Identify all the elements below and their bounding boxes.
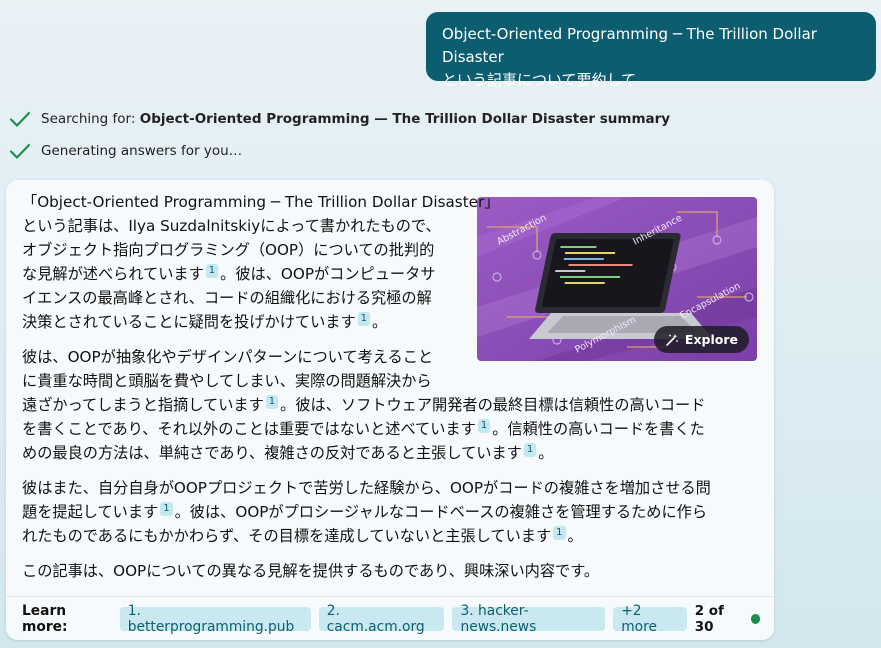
citation-badge[interactable]: 1 xyxy=(553,526,566,540)
check-icon xyxy=(9,111,31,127)
answer-line: 題を提起しています 1 。彼は、OOPがプロシージャルなコードベースの複雑さを管理す… xyxy=(22,500,752,524)
learn-more-label: Learn more: xyxy=(22,603,68,635)
answer-line: な見解が述べられています 1 。彼は、OOPがコンピュータサ xyxy=(22,262,752,286)
citation-badge[interactable]: 1 xyxy=(357,312,371,326)
answer-paragraph-2: 彼は、OOPが抽象化やデザインパターンについて考えること に貴重な時間と頭脳を費… xyxy=(22,345,752,465)
source-link-2[interactable]: 2. cacm.acm.org xyxy=(318,603,445,635)
searching-query: Object-Oriented Programming — The Trilli… xyxy=(139,111,671,127)
answer-line: を書くことであり、それ以外のことは重要ではないと述べています 1 。信頼性の高いコー… xyxy=(22,417,752,441)
status-dot-icon xyxy=(750,614,761,624)
answer-line-text: を書くことであり、それ以外のことは重要ではないと述べています xyxy=(22,420,476,438)
answer-line: 彼は、OOPが抽象化やデザインパターンについて考えること xyxy=(22,348,434,366)
answer-line-text: 。 xyxy=(567,527,583,545)
answer-line: オブジェクト指向プログラミング（OOP）についての批判的 xyxy=(22,241,435,259)
answer-line-text: れたものであるにもかかわらず、その目標を達成していないと主張しています xyxy=(22,527,552,545)
answer-paragraph-4: この記事は、OOPについての異なる見解を提供するものであり、興味深い内容です。 xyxy=(22,559,752,583)
answer-line: イエンスの最高峰とされ、コードの組織化における究極の解 xyxy=(22,289,432,307)
searching-status: Searching for: Object-Oriented Programmi… xyxy=(8,107,670,131)
user-message-line-2: という記事について要約して xyxy=(442,71,637,89)
answer-paragraph-1: 「Object-Oriented Programming ─ The Trill… xyxy=(22,190,752,334)
generating-status: Generating answers for you… xyxy=(8,139,242,163)
generating-label: Generating answers for you… xyxy=(41,143,243,159)
answer-line: 決策とされていることに疑問を投げかけています 1。 xyxy=(22,310,752,334)
citation-badge[interactable]: 1 xyxy=(523,443,537,457)
answer-line-text: な見解が述べられています xyxy=(22,265,204,283)
source-link-1[interactable]: 1. betterprogramming.pub xyxy=(119,603,311,635)
answer-line: に貴重な時間と頭脳を費やしてしまい、実際の問題解決から xyxy=(22,372,432,390)
answer-line-text: 決策とされていることに疑問を投げかけています xyxy=(22,313,356,331)
answer-line: れたものであるにもかかわらず、その目標を達成していないと主張しています 1。 xyxy=(22,524,752,548)
searching-label: Searching for: xyxy=(41,111,140,127)
answer-line-text: 。 xyxy=(372,313,388,331)
answer-text: 「Object-Oriented Programming ─ The Trill… xyxy=(22,190,752,592)
answer-line-text: 。彼は、ソフトウェア開発者の最終目標は信頼性の高いコード xyxy=(280,396,706,414)
more-sources-button[interactable]: +2 more xyxy=(613,603,687,635)
answer-line: 彼はまた、自分自身がOOPプロジェクトで苦労した経験から、OOPがコードの複雑さ… xyxy=(22,479,711,497)
learn-more-bar: Learn more: 1. betterprogramming.pub 2. … xyxy=(22,603,761,635)
user-message-line-1: Object-Oriented Programming ─ The Trilli… xyxy=(442,25,817,66)
answer-line: 「Object-Oriented Programming ─ The Trill… xyxy=(22,193,500,211)
check-icon xyxy=(9,143,31,159)
citation-badge[interactable]: 1 xyxy=(205,264,219,278)
answer-line-text: 。彼は、OOPがコンピュータサ xyxy=(220,265,436,283)
answer-line-text: 。信頼性の高いコードを書くた xyxy=(492,420,705,438)
answer-line-text: 。 xyxy=(538,444,554,462)
answer-line: 遠ざかってしまうと指摘しています 1 。彼は、ソフトウェア開発者の最終目標は信頼性の… xyxy=(22,393,752,417)
answer-line: この記事は、OOPについての異なる見解を提供するものであり、興味深い内容です。 xyxy=(22,562,600,580)
response-count-text: 2 of 30 xyxy=(694,603,724,635)
answer-line-text: めの最良の方法は、単純さであり、複雑さの反対であると主張しています xyxy=(22,444,522,462)
source-link-3[interactable]: 3. hacker-news.news xyxy=(452,603,606,635)
citation-badge[interactable]: 1 xyxy=(265,395,279,409)
answer-line-text: 。彼は、OOPがプロシージャルなコードベースの複雑さを管理するために作ら xyxy=(174,503,708,521)
answer-paragraph-3: 彼はまた、自分自身がOOPプロジェクトで苦労した経験から、OOPがコードの複雑さ… xyxy=(22,476,752,548)
response-count: 2 of 30 xyxy=(694,603,761,635)
answer-line: という記事は、Ilya Suzdalnitskiyによって書かれたもので、 xyxy=(22,217,441,235)
citation-badge[interactable]: 1 xyxy=(477,419,491,433)
footer-divider xyxy=(6,596,774,597)
citation-badge[interactable]: 1 xyxy=(160,502,173,516)
answer-line: めの最良の方法は、単純さであり、複雑さの反対であると主張しています 1。 xyxy=(22,441,752,465)
answer-line-text: 題を提起しています xyxy=(22,503,159,521)
answer-card: Abstraction Inheritance Encapsulation Po… xyxy=(6,180,774,640)
user-message-bubble: Object-Oriented Programming ─ The Trilli… xyxy=(426,12,876,89)
answer-line-text: 遠ざかってしまうと指摘しています xyxy=(22,396,264,414)
